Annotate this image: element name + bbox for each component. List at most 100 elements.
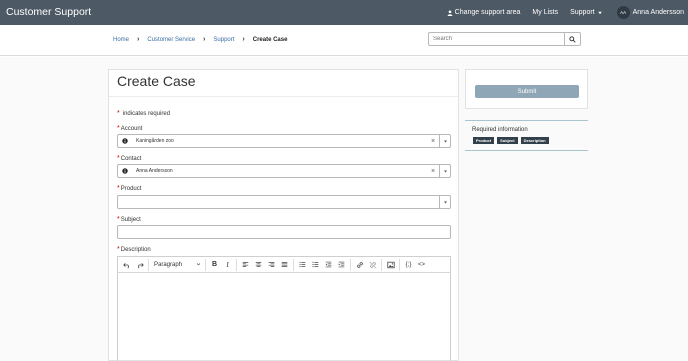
account-lookup[interactable]: Kaningården zoo × — [117, 134, 451, 148]
search-icon — [569, 35, 576, 43]
chevron-down-icon — [196, 263, 201, 266]
contact-lookup[interactable]: Anna Andersson × — [117, 164, 451, 178]
avatar: AA — [616, 6, 630, 19]
search-input[interactable] — [429, 33, 564, 45]
chevron-right-icon: › — [137, 36, 140, 43]
info-icon[interactable] — [118, 138, 132, 144]
chevron-down-icon — [443, 140, 447, 142]
link-icon[interactable] — [353, 258, 366, 271]
nav-right: Change support area My Lists Support AA … — [435, 0, 684, 25]
required-star-icon: * — [117, 216, 120, 223]
brand-title[interactable]: Customer Support — [6, 6, 91, 18]
toolbar-divider — [205, 258, 206, 271]
my-lists-link[interactable]: My Lists — [532, 9, 558, 16]
page-title: Create Case — [117, 73, 196, 89]
submit-button[interactable]: Submit — [475, 85, 579, 98]
italic-icon[interactable]: I — [221, 258, 234, 271]
paragraph-format-select[interactable]: Paragraph — [151, 258, 203, 271]
required-chip: Subject — [497, 137, 518, 144]
align-justify-icon[interactable] — [278, 258, 291, 271]
toolbar-divider — [350, 258, 351, 271]
toolbar-divider — [399, 258, 400, 271]
unlink-icon[interactable] — [366, 258, 379, 271]
toolbar-divider — [236, 258, 237, 271]
side-divider — [465, 150, 588, 151]
user-name: Anna Andersson — [632, 9, 684, 16]
caret-down-icon — [597, 11, 602, 14]
required-information-title: Required information — [472, 127, 528, 133]
outdent-icon[interactable] — [322, 258, 335, 271]
product-select[interactable] — [117, 195, 451, 209]
contact-value: Anna Andersson — [136, 168, 173, 174]
breadcrumb-support[interactable]: Support — [213, 37, 234, 43]
required-star-icon: * — [117, 155, 120, 162]
breadcrumb-customer-service[interactable]: Customer Service — [147, 37, 195, 43]
change-support-area-link[interactable]: Change support area — [447, 9, 521, 16]
subject-label-text: Subject — [120, 216, 141, 223]
title-divider — [109, 96, 458, 97]
user-icon — [447, 9, 453, 16]
account-value: Kaningården zoo — [136, 138, 174, 144]
product-label: * Product — [117, 185, 141, 192]
required-star-icon: * — [117, 125, 120, 132]
dropdown-button[interactable] — [439, 165, 450, 177]
chevron-right-icon: › — [203, 36, 206, 43]
user-menu[interactable]: AA Anna Andersson — [616, 6, 684, 19]
description-label-text: Description — [120, 246, 151, 253]
breadcrumb: Home › Customer Service › Support › Crea… — [113, 36, 287, 43]
account-label-text: Account — [120, 125, 143, 132]
required-star-icon: * — [117, 185, 120, 192]
create-case-form: Create Case * indicates required * Accou… — [108, 69, 459, 361]
dropdown-button[interactable] — [439, 135, 450, 147]
toolbar-divider — [293, 258, 294, 271]
source-code-icon[interactable]: <> — [415, 258, 428, 271]
product-label-text: Product — [120, 185, 142, 192]
breadcrumb-current: Create Case — [252, 36, 288, 43]
breadcrumb-home[interactable]: Home — [113, 37, 129, 43]
side-divider — [465, 120, 588, 121]
required-star-icon: * — [117, 110, 120, 117]
contact-label-text: Contact — [120, 155, 142, 162]
required-note: * indicates required — [117, 110, 170, 117]
clear-icon[interactable]: × — [427, 138, 439, 145]
paragraph-format-label: Paragraph — [154, 261, 183, 268]
undo-icon[interactable] — [120, 258, 133, 271]
clear-icon[interactable]: × — [427, 168, 439, 175]
required-chip: Description — [520, 137, 549, 144]
support-menu[interactable]: Support — [570, 9, 605, 16]
top-navigation-bar: Customer Support Change support area My … — [0, 0, 688, 25]
subject-input[interactable] — [117, 225, 451, 239]
toolbar-divider — [148, 258, 149, 271]
subject-label: * Subject — [117, 216, 141, 223]
chevron-down-icon — [443, 170, 447, 172]
contact-label: * Contact — [117, 155, 141, 162]
dropdown-button[interactable] — [439, 196, 450, 208]
info-icon[interactable] — [118, 168, 132, 174]
change-support-area-label: Change support area — [454, 9, 521, 16]
required-star-icon: * — [117, 246, 120, 253]
required-chip: Product — [473, 137, 495, 144]
bullet-list-icon[interactable] — [296, 258, 309, 271]
required-note-text: indicates required — [122, 110, 171, 117]
my-lists-label: My Lists — [532, 9, 559, 16]
redo-icon[interactable] — [133, 258, 146, 271]
submit-card: Submit — [465, 69, 588, 109]
search-box — [428, 32, 581, 46]
description-label: * Description — [117, 246, 151, 253]
indent-icon[interactable] — [335, 258, 348, 271]
image-icon[interactable] — [384, 258, 397, 271]
breadcrumb-band: Home › Customer Service › Support › Crea… — [0, 25, 688, 56]
chevron-down-icon — [443, 201, 447, 203]
bold-icon[interactable]: B — [208, 258, 221, 271]
numbered-list-icon[interactable] — [309, 258, 322, 271]
required-chips: Product Subject Description — [473, 137, 552, 144]
align-left-icon[interactable] — [239, 258, 252, 271]
search-button[interactable] — [564, 33, 580, 45]
chevron-right-icon: › — [242, 36, 245, 43]
align-right-icon[interactable] — [265, 258, 278, 271]
description-textarea[interactable] — [118, 273, 450, 361]
description-editor: Paragraph B I {;} <> — [117, 256, 451, 361]
account-label: * Account — [117, 125, 142, 132]
align-center-icon[interactable] — [252, 258, 265, 271]
code-block-icon[interactable]: {;} — [402, 258, 415, 271]
